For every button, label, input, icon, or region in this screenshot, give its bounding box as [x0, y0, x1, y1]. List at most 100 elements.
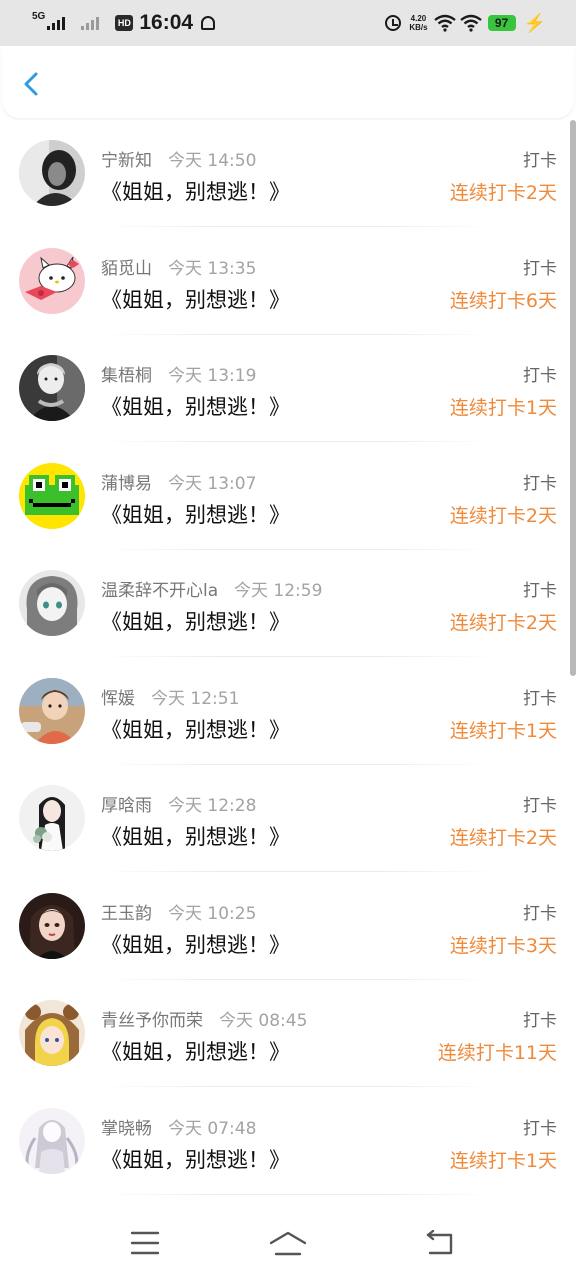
username[interactable]: 温柔辞不开心la: [101, 576, 218, 601]
avatar[interactable]: [19, 462, 85, 529]
avatar[interactable]: [19, 1107, 85, 1174]
streak-label: 连续打卡2天: [449, 182, 557, 204]
back-icon[interactable]: [424, 1230, 456, 1256]
checkin-tag: 打卡: [523, 688, 557, 709]
book-title[interactable]: 《姐姐，别想逃！》: [101, 929, 290, 959]
list-item[interactable]: 貊觅山 今天 13:35 《姐姐，别想逃！》 打卡连续打卡6天: [0, 228, 576, 335]
hd-icon: HD: [115, 15, 134, 31]
list-item[interactable]: 蒲博易 今天 13:07 《姐姐，别想逃！》 打卡连续打卡2天: [0, 443, 576, 550]
girl-with-flowers-image: [19, 785, 85, 851]
streak-label: 连续打卡3天: [449, 934, 557, 957]
avatar[interactable]: [19, 140, 85, 206]
home-icon[interactable]: [268, 1230, 308, 1258]
post-time: 今天 13:35: [168, 258, 257, 279]
status-left: 5G HD 16:04: [32, 8, 216, 38]
checkin-tag: 打卡: [523, 796, 557, 816]
book-title[interactable]: 《姐姐，别想逃！》: [101, 391, 290, 421]
notification-icon: [201, 16, 216, 30]
list-item[interactable]: 王玉韵 今天 10:25 《姐姐，别想逃！》 打卡 连续打卡3天: [0, 873, 576, 980]
girl-bw-portrait-image: [19, 140, 85, 206]
list-item[interactable]: 恽媛 今天 12:51 《姐姐，别想逃！》 打卡连续打卡1天: [0, 658, 576, 765]
post-time: 今天 07:48: [168, 1118, 257, 1139]
book-title[interactable]: 《姐姐，别想逃！》: [101, 821, 290, 851]
status-right: 4.20 KB/s 97 ⚡: [385, 10, 546, 36]
avatar[interactable]: [19, 785, 85, 851]
menu-icon[interactable]: [130, 1230, 160, 1256]
streak-label: 连续打卡2天: [449, 827, 557, 849]
long-hair-drawing-image: [19, 1107, 85, 1174]
post-time: 今天 13:19: [168, 366, 257, 386]
back-arrow-icon[interactable]: [22, 72, 40, 96]
username[interactable]: 集梧桐: [101, 361, 152, 386]
list-item[interactable]: 宁新知 今天 14:50 《姐姐，别想逃！》 打卡 连续打卡2天: [0, 120, 576, 227]
streak-label: 连续打卡1天: [449, 719, 557, 742]
wifi-icon: [433, 14, 456, 32]
avatar[interactable]: [19, 247, 85, 314]
checkin-tag: 打卡: [523, 258, 557, 279]
speed-unit: KB/s: [409, 23, 428, 32]
divider: [100, 1193, 496, 1195]
streak-label: 连续打卡1天: [449, 1149, 557, 1172]
avatar[interactable]: [19, 1000, 85, 1066]
book-title[interactable]: 《姐姐，别想逃！》: [101, 499, 290, 529]
book-title[interactable]: 《姐姐，别想逃！》: [101, 176, 290, 206]
wifi-2-icon: [459, 14, 482, 32]
username[interactable]: 厚晗雨: [101, 791, 152, 816]
pixel-frog-image: [19, 462, 85, 529]
post-time: 今天 12:28: [168, 796, 257, 816]
username[interactable]: 蒲博易: [101, 469, 152, 494]
toddler-photo-image: [19, 677, 85, 744]
streak-label: 连续打卡1天: [449, 397, 557, 419]
scrollbar[interactable]: [570, 120, 576, 1200]
charging-icon: ⚡: [523, 12, 546, 33]
checkin-tag: 打卡: [523, 366, 557, 386]
checkin-tag: 打卡: [523, 473, 557, 494]
list-item[interactable]: 青丝予你而荣 今天 08:45 《姐姐，别想逃！》 打卡连续打卡11天: [0, 980, 576, 1087]
anime-girl-sketch-image: [19, 570, 85, 636]
checkin-tag: 打卡: [523, 1118, 557, 1139]
checkin-tag: 打卡: [523, 903, 557, 924]
child-bw-photo-image: [19, 355, 85, 421]
checkin-tag: 打卡: [523, 1011, 557, 1031]
system-nav-bar: [0, 1200, 576, 1280]
streak-label: 连续打卡6天: [449, 289, 557, 312]
post-time: 今天 08:45: [219, 1011, 308, 1031]
username[interactable]: 青丝予你而荣: [101, 1006, 203, 1031]
battery-icon: 97: [487, 15, 516, 31]
streak-label: 连续打卡2天: [449, 612, 557, 634]
alarm-icon: [385, 15, 402, 31]
book-title[interactable]: 《姐姐，别想逃！》: [101, 714, 290, 744]
post-time: 今天 13:07: [168, 473, 257, 494]
book-title[interactable]: 《姐姐，别想逃！》: [101, 606, 290, 636]
username[interactable]: 王玉韵: [101, 899, 152, 924]
post-time: 今天 12:51: [151, 688, 240, 709]
list-item[interactable]: 集梧桐 今天 13:19 《姐姐，别想逃！》 打卡连续打卡1天: [0, 335, 576, 442]
avatar[interactable]: [19, 677, 85, 744]
list-item[interactable]: 温柔辞不开心la 今天 12:59 《姐姐，别想逃！》 打卡 连续打卡2天: [0, 550, 576, 657]
avatar[interactable]: [19, 892, 85, 959]
avatar[interactable]: [19, 570, 85, 636]
streak-label: 连续打卡2天: [449, 504, 557, 527]
network-speed: 4.20 KB/s: [409, 14, 427, 32]
username[interactable]: 恽媛: [101, 684, 135, 709]
book-title[interactable]: 《姐姐，别想逃！》: [101, 1036, 290, 1066]
checkin-list[interactable]: 宁新知 今天 14:50 《姐姐，别想逃！》 打卡 连续打卡2天 貊觅山 今天 13:35 《…: [0, 120, 576, 1200]
streak-label: 连续打卡11天: [437, 1042, 557, 1064]
status-bar: 5G HD 16:04 4.20 KB/s 97 ⚡: [0, 0, 576, 46]
speed-value: 4.20: [410, 14, 427, 23]
scrollbar-thumb[interactable]: [570, 120, 576, 676]
list-item[interactable]: 厚晗雨 今天 12:28 《姐姐，别想逃！》 打卡连续打卡2天: [0, 765, 576, 872]
post-time: 今天 12:59: [234, 581, 323, 601]
list-item[interactable]: 掌晓畅 今天 07:48 《姐姐，别想逃！》 打卡连续打卡1天: [0, 1088, 576, 1195]
username[interactable]: 宁新知: [101, 146, 152, 171]
username[interactable]: 貊觅山: [101, 254, 152, 279]
network-type: 5G: [32, 11, 46, 22]
avatar[interactable]: [19, 355, 85, 421]
post-time: 今天 14:50: [168, 151, 257, 171]
book-title[interactable]: 《姐姐，别想逃！》: [101, 1144, 290, 1174]
username[interactable]: 掌晓畅: [101, 1114, 152, 1139]
signal-icon: [47, 16, 67, 30]
hello-kitty-cartoon-image: [19, 247, 85, 314]
book-title[interactable]: 《姐姐，别想逃！》: [101, 284, 290, 314]
app-header: [2, 46, 574, 118]
